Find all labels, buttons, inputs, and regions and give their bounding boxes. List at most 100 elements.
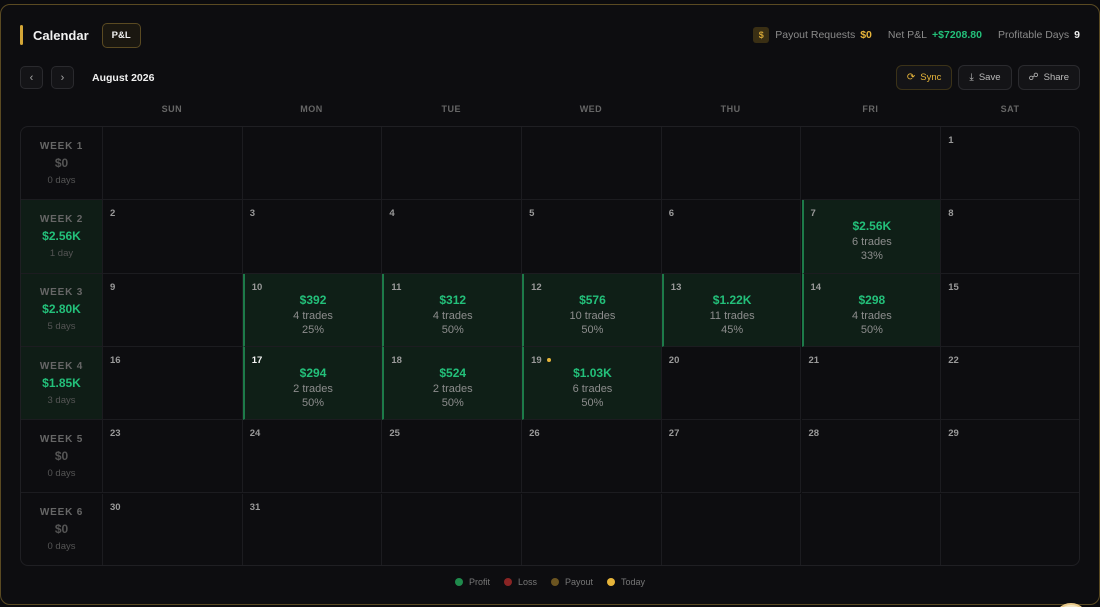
day-pnl-amount: $298 [858, 292, 886, 307]
day-number: 14 [811, 282, 822, 293]
day-cell[interactable]: 6 [661, 200, 802, 274]
week-amount: $2.80K [42, 302, 81, 317]
empty-cell [382, 493, 523, 565]
day-cell[interactable]: 28 [801, 420, 942, 494]
day-cell[interactable]: 10 $392 4 trades 25% [242, 273, 383, 347]
day-win-rate: 50% [441, 323, 464, 336]
legend-item-profit: Profit [454, 577, 490, 587]
day-cell[interactable]: 29 [941, 420, 1079, 494]
marker-dot-icon [546, 358, 551, 363]
day-win-rate: 50% [860, 323, 883, 336]
day-number: 27 [669, 428, 680, 439]
empty-cell [661, 127, 802, 201]
day-cell[interactable]: 27 [661, 420, 802, 494]
pnl-toggle-button[interactable]: P&L [101, 22, 141, 48]
empty-cell [522, 493, 662, 565]
day-cell[interactable]: 20 [661, 346, 802, 421]
day-pnl-amount: $294 [299, 365, 327, 380]
payout-requests-label: Payout Requests [775, 29, 856, 41]
week-label: WEEK 4 [39, 360, 84, 372]
day-cell[interactable]: 1 [941, 127, 1079, 201]
legend: Profit Loss Payout Today [0, 577, 1100, 587]
day-number: 17 [252, 355, 263, 366]
day-pnl-summary: $1.22K 11 trades 45% [664, 293, 801, 336]
day-number-text: 1 [948, 135, 954, 146]
download-icon: ⤓ [969, 72, 974, 83]
day-win-rate: 50% [441, 396, 464, 409]
day-cell[interactable]: 23 [103, 420, 243, 494]
share-button[interactable]: ☍ Share [1017, 65, 1080, 90]
day-pnl-summary: $576 10 trades 50% [524, 293, 661, 336]
day-cell[interactable]: 18 $524 2 trades 50% [382, 346, 523, 421]
day-cell[interactable]: 31 [243, 493, 383, 565]
legend-label: Today [621, 577, 646, 587]
day-cell[interactable]: 25 [382, 420, 523, 494]
day-cell[interactable]: 3 [242, 200, 383, 274]
week-label: WEEK 3 [39, 287, 84, 299]
day-cell[interactable]: 14 $298 4 trades 50% [801, 273, 942, 347]
day-win-rate: 50% [581, 396, 604, 409]
day-trade-count: 6 trades [851, 236, 892, 249]
day-win-rate: 25% [302, 323, 325, 336]
day-cell[interactable]: 17 $294 2 trades 50% [242, 346, 383, 421]
day-cell[interactable]: 11 $312 4 trades 50% [382, 273, 523, 347]
day-cell[interactable]: 24 [242, 420, 383, 494]
day-trade-count: 4 trades [851, 309, 892, 322]
day-number-text: 18 [391, 354, 402, 366]
day-cell[interactable]: 5 [522, 200, 662, 274]
weekday-sat: SAT [1000, 104, 1020, 114]
day-trade-count: 2 trades [432, 382, 473, 395]
prev-month-button[interactable]: ‹ [20, 66, 43, 89]
net-pnl-label: Net P&L [887, 29, 928, 41]
week-summary: WEEK 5 $0 0 days [21, 420, 103, 494]
day-win-rate: 33% [860, 250, 883, 263]
sync-button[interactable]: ⟳ Sync [895, 65, 953, 90]
day-cell[interactable]: 12 $576 10 trades 50% [522, 273, 662, 347]
day-number: 21 [809, 355, 820, 366]
day-number: 23 [110, 428, 121, 439]
day-pnl-summary: $294 2 trades 50% [245, 366, 382, 409]
day-number: 6 [669, 208, 674, 219]
day-trade-count: 11 trades [709, 309, 755, 322]
day-cell[interactable]: 26 [522, 420, 662, 494]
sync-label: Sync [920, 72, 942, 83]
day-cell[interactable]: 2 [103, 200, 243, 274]
day-cell[interactable]: 9 [103, 273, 243, 347]
page-title: Calendar [33, 27, 89, 43]
day-number-text: 29 [948, 428, 959, 440]
sync-icon: ⟳ [906, 72, 916, 83]
day-cell[interactable]: 15 [941, 274, 1079, 347]
day-number-text: 9 [110, 281, 116, 293]
day-pnl-summary: $392 4 trades 25% [245, 293, 382, 336]
day-cell[interactable]: 4 [382, 200, 523, 274]
next-month-button[interactable]: › [51, 66, 74, 89]
day-cell[interactable]: 7 $2.56K 6 trades 33% [801, 200, 942, 274]
day-win-rate: 50% [302, 396, 325, 409]
save-button[interactable]: ⤓ Save [958, 65, 1012, 90]
day-cell[interactable]: 19 $1.03K 6 trades 50% [522, 346, 662, 421]
legend-item-loss: Loss [503, 577, 537, 587]
day-cell[interactable]: 8 [941, 200, 1079, 274]
day-win-rate: 45% [721, 323, 744, 336]
day-pnl-summary: $524 2 trades 50% [384, 366, 521, 409]
day-cell[interactable]: 16 [103, 346, 243, 421]
day-cell[interactable]: 13 $1.22K 11 trades 45% [661, 273, 802, 347]
week-amount: $2.56K [42, 228, 81, 243]
day-number-text: 5 [529, 208, 535, 220]
week-summary: WEEK 3 $2.80K 5 days [21, 273, 103, 347]
day-number-text: 15 [948, 281, 959, 293]
legend-label: Loss [517, 577, 537, 587]
day-cell[interactable]: 30 [103, 493, 243, 565]
day-number-text: 22 [948, 354, 959, 366]
week-days: 0 days [47, 541, 76, 553]
day-cell[interactable]: 21 [801, 346, 942, 421]
day-number: 1 [948, 135, 953, 146]
day-pnl-amount: $524 [439, 365, 467, 380]
day-pnl-amount: $392 [299, 292, 327, 307]
legend-label: Payout [564, 577, 594, 587]
profitable-days-label: Profitable Days [997, 29, 1070, 41]
week-amount: $0 [54, 155, 69, 170]
weekday-mon: MON [300, 104, 323, 114]
day-pnl-summary: $1.03K 6 trades 50% [524, 366, 661, 409]
day-cell[interactable]: 22 [941, 347, 1079, 421]
